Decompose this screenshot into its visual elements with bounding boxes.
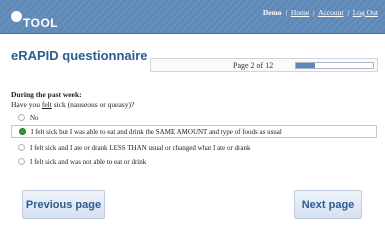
page-indicator: Page 2 of 12 [233, 61, 274, 70]
link-separator: | [347, 8, 349, 17]
progress-bar [295, 62, 374, 69]
logo: TOOL [11, 9, 58, 29]
radio-button[interactable] [18, 158, 25, 165]
top-banner: TOOL Demo | Home | Account | Log Out [0, 0, 385, 34]
previous-page-button[interactable]: Previous page [22, 190, 105, 219]
option-label: No [30, 113, 39, 122]
option-label: I felt sick and I ate or drank LESS THAN… [30, 143, 251, 152]
logo-dot-icon [11, 11, 22, 22]
option-label: I felt sick but I was able to eat and dr… [31, 127, 282, 136]
progress-fill [296, 63, 316, 68]
question-text-emphasis: felt [41, 100, 52, 109]
pagination-box: Page 2 of 12 [150, 58, 378, 72]
user-name: Demo [262, 8, 282, 17]
link-separator: | [285, 8, 288, 17]
radio-button[interactable] [18, 144, 25, 151]
page-title: eRAPID questionnaire [11, 48, 148, 63]
link-separator: | [313, 8, 315, 17]
option-same-amount[interactable]: I felt sick but I was able to eat and dr… [11, 125, 377, 138]
radio-button[interactable] [18, 114, 25, 121]
logout-link[interactable]: Log Out [353, 8, 378, 17]
option-no[interactable]: No [11, 111, 377, 124]
radio-button-selected[interactable] [19, 128, 26, 135]
top-links: Demo | Home | Account | Log Out [263, 8, 378, 17]
question-heading: During the past week: [11, 90, 82, 99]
account-link[interactable]: Account [318, 8, 343, 17]
option-label: I felt sick and was not able to eat or d… [30, 157, 147, 166]
home-link[interactable]: Home [291, 8, 309, 17]
next-page-button[interactable]: Next page [294, 190, 362, 219]
question-text-after: sick (nauseous or queasy)? [51, 100, 135, 109]
question-text: Have you felt sick (nauseous or queasy)? [11, 100, 134, 109]
question-text-before: Have you [11, 100, 42, 109]
logo-text: TOOL [23, 16, 59, 30]
option-unable-to-eat[interactable]: I felt sick and was not able to eat or d… [11, 155, 377, 168]
option-less-than-usual[interactable]: I felt sick and I ate or drank LESS THAN… [11, 141, 377, 154]
